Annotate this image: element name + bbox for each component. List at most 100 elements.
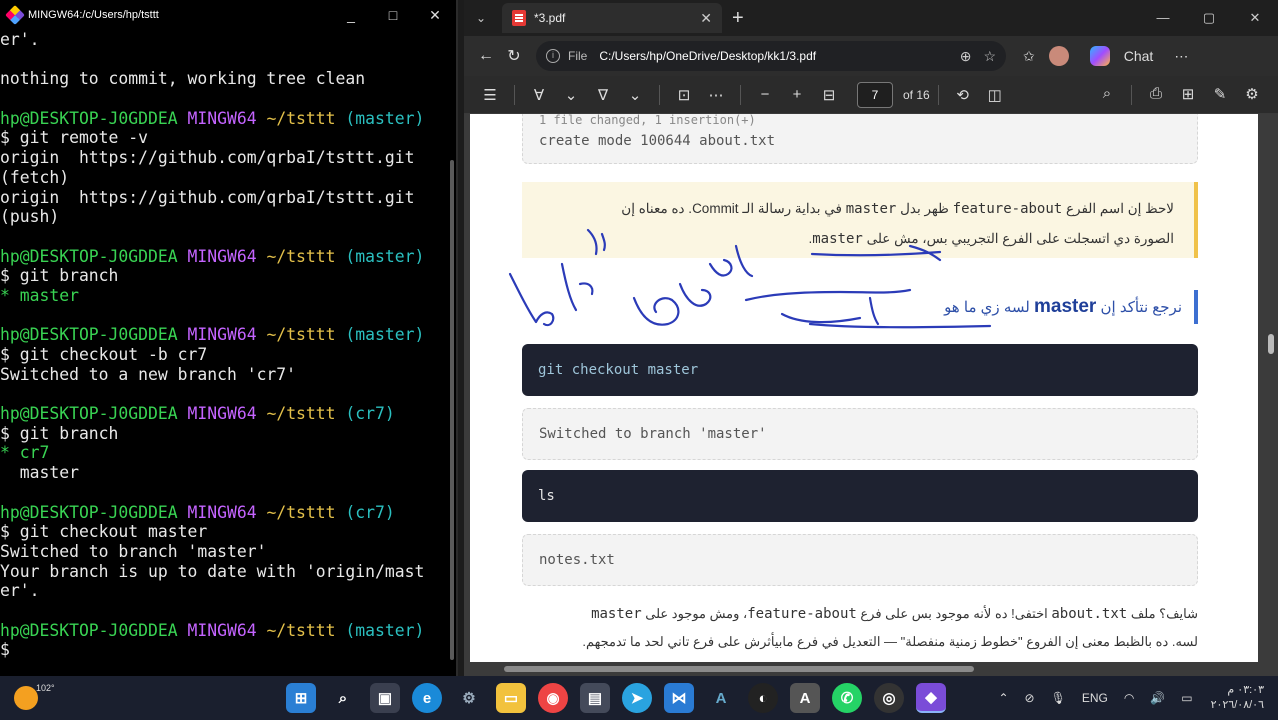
clock[interactable]: ٠٣:٠٣ م ٢٠٢٦/٠٨/٠٦ [1211, 683, 1264, 713]
terminal-scrollbar[interactable] [450, 160, 454, 660]
page-view-icon[interactable]: ◫ [979, 86, 1011, 104]
terminal-segment: ~/tsttt [266, 325, 346, 345]
search-icon[interactable]: ⌕ [1091, 85, 1123, 105]
arduino-icon[interactable]: A [706, 683, 736, 713]
browser-maximize-button[interactable]: ▢ [1186, 10, 1232, 26]
github-icon[interactable]: ◐ [748, 683, 778, 713]
battery-icon[interactable]: ▭ [1181, 691, 1192, 705]
rotate-icon[interactable]: ⟲ [947, 86, 979, 104]
terminal-line: $ git branch [0, 424, 446, 444]
browser-minimize-button[interactable]: — [1140, 10, 1186, 26]
adobe-icon[interactable]: A [790, 683, 820, 713]
contents-icon[interactable]: ☰ [474, 86, 506, 104]
git-bash-taskbar-icon[interactable]: ◆ [916, 683, 946, 713]
page-number-input[interactable]: 7 [857, 81, 893, 108]
weather-widget[interactable]: 102° [0, 683, 260, 710]
draw-icon[interactable]: ∇ [587, 86, 619, 104]
maximize-button[interactable]: □ [372, 7, 414, 23]
more-menu-icon[interactable]: ⋯ [1174, 48, 1188, 65]
file-explorer-icon[interactable]: ▭ [496, 683, 526, 713]
tab-pdf[interactable]: *3.pdf ✕ [502, 3, 722, 33]
browser-window: ⌄ *3.pdf ✕ + — ▢ ✕ ← ↻ i File C:/Users/h… [464, 0, 1278, 676]
language-indicator[interactable]: ENG [1082, 691, 1108, 705]
address-url[interactable]: C:/Users/hp/OneDrive/Desktop/kk1/3.pdf [599, 49, 947, 63]
terminal-line: * cr7 [0, 443, 446, 463]
clock-date: ٢٠٢٦/٠٨/٠٦ [1210, 699, 1264, 711]
terminal-segment: (cr7) [345, 502, 395, 522]
text-icon[interactable]: ⊡ [668, 86, 700, 104]
favorites-icon[interactable]: ✩ [1023, 48, 1035, 65]
zoom-out-icon[interactable]: − [749, 86, 781, 103]
whatsapp-icon[interactable]: ✆ [832, 683, 862, 713]
clock-time: ٠٣:٠٣ م [1227, 684, 1264, 696]
store-icon[interactable]: ▤ [580, 683, 610, 713]
save-as-icon[interactable]: ✎ [1204, 85, 1236, 105]
terminal-segment: er'. [0, 581, 40, 601]
more-tools-icon[interactable]: ⋯ [700, 86, 732, 104]
terminal-segment: master [0, 463, 79, 483]
obs-icon[interactable]: ◎ [874, 683, 904, 713]
info-icon[interactable]: i [546, 49, 560, 63]
highlight-dropdown-icon[interactable]: ⌄ [555, 86, 587, 104]
telegram-icon[interactable]: ➤ [622, 683, 652, 713]
save-icon[interactable]: ⊞ [1172, 85, 1204, 105]
back-arrow-icon[interactable]: ← [472, 47, 500, 65]
zoom-in-icon[interactable]: + [781, 86, 813, 103]
wifi-icon[interactable]: ◠ [1124, 691, 1134, 705]
refresh-icon[interactable]: ↻ [500, 46, 528, 66]
browser-close-button[interactable]: ✕ [1232, 10, 1278, 26]
chat-button[interactable]: Chat [1083, 46, 1161, 66]
terminal-segment: $ git checkout -b cr7 [0, 345, 208, 364]
terminal-output[interactable]: er'. nothing to commit, working tree clea… [0, 30, 446, 670]
terminal-window[interactable]: MINGW64:/c/Users/hp/tsttt _ □ ✕ er'. noth… [0, 0, 458, 676]
start-windows-icon[interactable]: ⊞ [286, 683, 316, 713]
new-tab-button[interactable]: + [732, 7, 744, 30]
terminal-segment: MINGW64 [187, 246, 267, 266]
para-line-1: شايف؟ ملف about.txt اختفى! ده لأنه موجود… [591, 606, 1198, 622]
fit-page-icon[interactable]: ⊟ [813, 86, 845, 104]
settings-gear-icon[interactable]: ⚙ [1236, 85, 1268, 105]
code-block-checkout: git checkout master [522, 344, 1198, 396]
mic-mute-icon[interactable]: ⊘ [1025, 691, 1035, 705]
terminal-line: hp@DESKTOP-J0GDDEA MINGW64 ~/tsttt (mast… [0, 109, 446, 129]
print-icon[interactable]: ⎙ [1140, 85, 1172, 105]
taskbar-apps: ⊞ ⌕ ▣ e ⚙ ▭ ◉ ▤ ➤ ⋈ A ◐ A ✆ ◎ ◆ [280, 683, 952, 713]
task-view-icon[interactable]: ▣ [370, 683, 400, 713]
minimize-button[interactable]: _ [330, 7, 372, 23]
terminal-segment: MINGW64 [187, 325, 267, 345]
terminal-line: $ git remote -v [0, 128, 446, 148]
tray-chevron-icon[interactable]: ⌃ [998, 691, 1008, 705]
draw-dropdown-icon[interactable]: ⌄ [619, 86, 651, 104]
address-bar[interactable]: i File C:/Users/hp/OneDrive/Desktop/kk1/… [536, 41, 1006, 71]
volume-icon[interactable]: 🔊 [1150, 691, 1165, 705]
highlight-icon[interactable]: ∀ [523, 86, 555, 104]
address-scheme: File [568, 49, 588, 63]
search-icon[interactable]: ⌕ [328, 683, 358, 713]
chrome-icon[interactable]: ◉ [538, 683, 568, 713]
terminal-segment: (master) [345, 108, 425, 128]
pdf-vertical-scrollbar[interactable] [1268, 334, 1274, 354]
terminal-segment: (master) [345, 246, 425, 266]
favorite-star-icon[interactable]: ☆ [983, 48, 996, 65]
close-button[interactable]: ✕ [414, 7, 456, 24]
note-line-2: الصورة دي اتسجلت على الفرع التجريبي بس، … [808, 231, 1174, 247]
terminal-segment: Your branch is up to date with 'origin/m… [0, 561, 425, 581]
vscode-icon[interactable]: ⋈ [664, 683, 694, 713]
tab-actions-chevron-icon[interactable]: ⌄ [464, 11, 498, 25]
terminal-segment: ~/tsttt [266, 620, 346, 640]
pdf-horizontal-scrollbar[interactable] [504, 666, 974, 672]
para-line-2: لسه. ده بالظبط معنى إن الفروع "خطوط زمني… [582, 634, 1198, 649]
terminal-line: master [0, 463, 446, 483]
microphone-icon[interactable]: 🎙 [1051, 691, 1066, 705]
tab-close-icon[interactable]: ✕ [700, 10, 712, 27]
terminal-line: er'. [0, 30, 446, 50]
terminal-segment: * master [0, 285, 79, 305]
profile-avatar[interactable] [1048, 46, 1069, 66]
zoom-icon[interactable]: ⊕ [960, 48, 972, 65]
pdf-viewer[interactable]: 1 file changed, 1 insertion(+) create mo… [464, 114, 1278, 676]
edge-icon[interactable]: e [412, 683, 442, 713]
settings-gear-icon[interactable]: ⚙ [454, 683, 484, 713]
terminal-titlebar[interactable]: MINGW64:/c/Users/hp/tsttt _ □ ✕ [0, 0, 456, 30]
